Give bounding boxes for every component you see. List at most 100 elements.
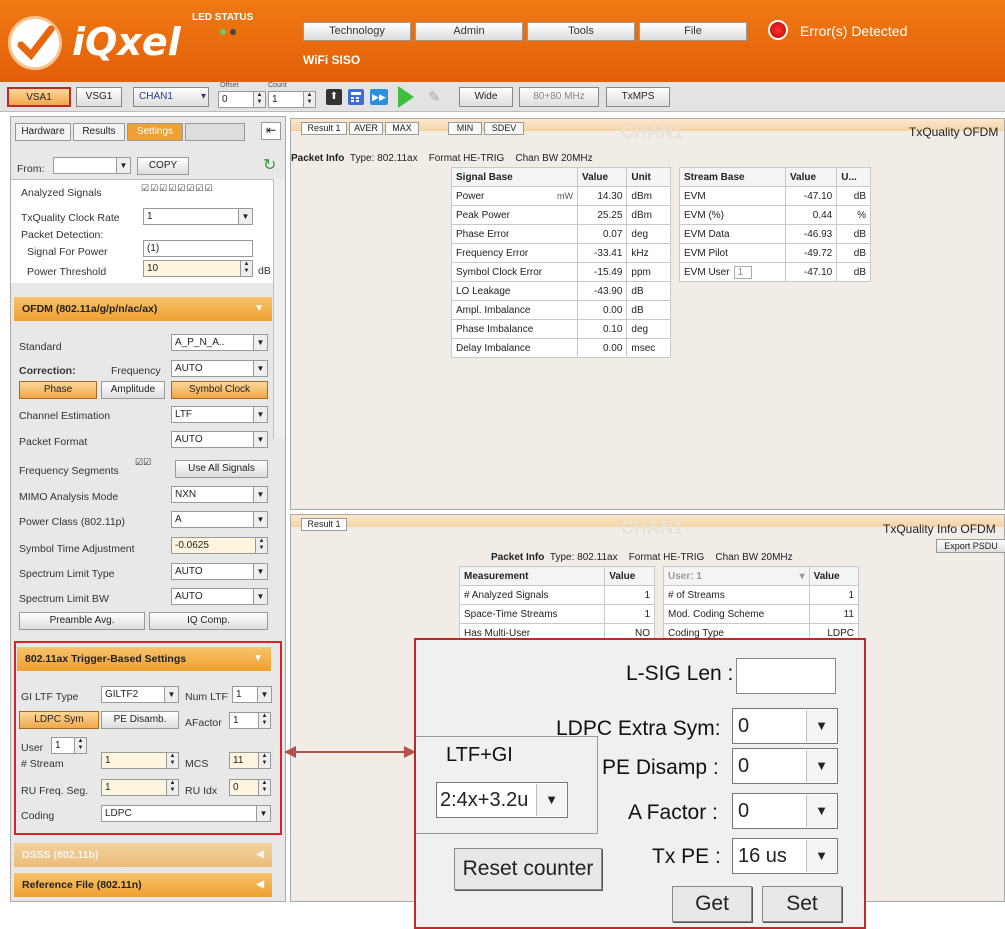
scrollbar[interactable] (273, 179, 285, 439)
gi-ltf-select[interactable]: GILTF2 ▼ (101, 686, 179, 703)
chan-select[interactable]: CHAN1 ▾ (133, 87, 209, 107)
collapse-arrow-icon[interactable]: ⇤ (261, 122, 281, 140)
power-class-select[interactable]: A ▼ (171, 511, 268, 528)
pe-disamp-select[interactable]: 0 ▼ (732, 748, 838, 784)
offset-input[interactable]: 0 ▲ ▼ (218, 91, 266, 108)
nav-tools[interactable]: Tools (527, 22, 635, 41)
ru-freq-input[interactable]: 1 ▲ ▼ (101, 779, 179, 796)
iq-comp-button[interactable]: IQ Comp. (149, 612, 268, 630)
get-button[interactable]: Get (672, 886, 752, 922)
reset-counter-button[interactable]: Reset counter (454, 848, 602, 890)
channel-estimation-select[interactable]: LTF ▼ (171, 406, 268, 423)
from-select[interactable]: ▼ (53, 157, 131, 174)
chevron-down-icon: ▼ (806, 750, 836, 782)
user-select-label: User: (668, 570, 694, 582)
nav-file[interactable]: File (639, 22, 747, 41)
symbol-clock-button[interactable]: Symbol Clock (171, 381, 268, 399)
mimo-mode-select[interactable]: NXN ▼ (171, 486, 268, 503)
afactor-spinner[interactable]: ▲ ▼ (258, 713, 270, 728)
table-cell: Phase Imbalance (451, 319, 578, 339)
wide-button[interactable]: Wide (459, 87, 513, 107)
tab-result1[interactable]: Result 1 (301, 122, 347, 135)
set-button[interactable]: Set (762, 886, 842, 922)
tab-min[interactable]: MIN (448, 122, 482, 135)
count-spinner[interactable]: ▲ ▼ (303, 92, 315, 107)
use-all-signals-button[interactable]: Use All Signals (175, 460, 268, 478)
chevron-down-icon: ▼ (253, 335, 267, 350)
mcs-spinner[interactable]: ▲ ▼ (258, 753, 270, 768)
symbol-time-input[interactable]: -0.0625 ▲ ▼ (171, 537, 268, 554)
fast-forward-icon[interactable]: ▶▶ (370, 89, 388, 105)
reference-section-header[interactable]: Reference File (802.11n) ◀ (14, 873, 272, 897)
nav-admin[interactable]: Admin (415, 22, 523, 41)
tab-max[interactable]: MAX (385, 122, 419, 135)
dsss-section-header[interactable]: DSSS (802.11b) ◀ (14, 843, 272, 867)
eraser-icon[interactable]: ✎ (428, 88, 448, 106)
signal-for-power-input[interactable]: (1) (143, 240, 253, 257)
ltf-gi-select[interactable]: 2:4x+3.2u ▼ (436, 782, 568, 818)
clock-rate-select[interactable]: 1 ▼ (143, 208, 253, 225)
power-class-value: A (175, 514, 182, 525)
run-play-icon[interactable] (398, 86, 414, 108)
frequency-select[interactable]: AUTO ▼ (171, 360, 268, 377)
copy-button[interactable]: COPY (137, 157, 189, 175)
tab-blank[interactable] (185, 123, 245, 141)
analyzed-signals-checkboxes[interactable]: ☑☑☑☑☑☑☑☑ (141, 183, 241, 199)
symbol-time-spinner[interactable]: ▲ ▼ (255, 538, 267, 553)
a-factor-select[interactable]: 0 ▼ (732, 793, 838, 829)
tab-result1[interactable]: Result 1 (301, 518, 347, 531)
nav-technology[interactable]: Technology (303, 22, 411, 41)
ofdm-section-header[interactable]: OFDM (802.11a/g/p/n/ac/ax) ▼ (14, 297, 272, 321)
ldpc-extra-select[interactable]: 0 ▼ (732, 708, 838, 744)
vsg1-button[interactable]: VSG1 (76, 87, 122, 107)
stream-spinner[interactable]: ▲ ▼ (166, 753, 178, 768)
ldpc-sym-button[interactable]: LDPC Sym (19, 711, 99, 729)
count-input[interactable]: 1 ▲ ▼ (268, 91, 316, 108)
table-cell: -33.41 (576, 243, 628, 263)
user-spinner[interactable]: ▲ ▼ (74, 738, 86, 753)
power-threshold-spinner[interactable]: ▲ ▼ (240, 261, 252, 276)
mcs-input[interactable]: 11 ▲ ▼ (229, 752, 271, 769)
ru-idx-input[interactable]: 0 ▲ ▼ (229, 779, 271, 796)
trigger-section-header[interactable]: 802.11ax Trigger-Based Settings ▼ (17, 647, 271, 671)
standard-select[interactable]: A_P_N_A.. ▼ (171, 334, 268, 351)
calculator-icon[interactable] (348, 89, 364, 105)
tab-hardware[interactable]: Hardware (15, 123, 71, 141)
ru-idx-spinner[interactable]: ▲ ▼ (258, 780, 270, 795)
offset-spinner[interactable]: ▲ ▼ (253, 92, 265, 107)
bw-80-80-button[interactable]: 80+80 MHz (519, 87, 599, 107)
upload-icon[interactable]: ⬆ (326, 89, 342, 105)
tab-settings[interactable]: Settings (127, 123, 183, 141)
tab-results[interactable]: Results (73, 123, 125, 141)
phase-button[interactable]: Phase (19, 381, 97, 399)
user-table-body: # of Streams 1 Mod. Coding Scheme 11 Coding … (663, 585, 860, 643)
user-select-cell[interactable]: User: 1 ▾ (663, 566, 810, 586)
txmps-button[interactable]: TxMPS (606, 87, 670, 107)
afactor-input[interactable]: 1 ▲ ▼ (229, 712, 271, 729)
export-psdu-button[interactable]: Export PSDU (936, 539, 1005, 553)
mw-checkbox[interactable]: mW (557, 191, 573, 201)
tab-sdev[interactable]: SDEV (484, 122, 524, 135)
vsa1-button[interactable]: VSA1 (7, 87, 71, 107)
pe-disamb-button[interactable]: PE Disamb. (101, 711, 179, 729)
freq-segments-checkboxes[interactable]: ☑☑ (135, 457, 151, 468)
tx-pe-select[interactable]: 16 us ▼ (732, 838, 838, 874)
packet-format-select[interactable]: AUTO ▼ (171, 431, 268, 448)
chevron-down-icon: ▼ (253, 487, 267, 502)
ru-freq-spinner[interactable]: ▲ ▼ (166, 780, 178, 795)
user-input[interactable]: 1 ▲ ▼ (51, 737, 87, 754)
tab-aver[interactable]: AVER (349, 122, 383, 135)
ru-idx-label: RU Idx (185, 785, 218, 797)
spec-limit-type-select[interactable]: AUTO ▼ (171, 563, 268, 580)
amplitude-button[interactable]: Amplitude (101, 381, 165, 399)
stream-input[interactable]: 1 ▲ ▼ (101, 752, 179, 769)
zoomed-trigger-dialog: L-SIG Len : LDPC Extra Sym: 0 ▼ LTF+GI 2:… (414, 638, 866, 929)
evm-user-select[interactable]: 1 (733, 265, 753, 279)
refresh-icon[interactable]: ↻ (263, 155, 283, 174)
spec-limit-bw-select[interactable]: AUTO ▼ (171, 588, 268, 605)
num-ltf-select[interactable]: 1 ▼ (232, 686, 272, 703)
lsig-len-input[interactable] (736, 658, 836, 694)
preamble-avg-button[interactable]: Preamble Avg. (19, 612, 145, 630)
power-threshold-input[interactable]: 10 ▲ ▼ (143, 260, 253, 277)
coding-select[interactable]: LDPC ▼ (101, 805, 271, 822)
